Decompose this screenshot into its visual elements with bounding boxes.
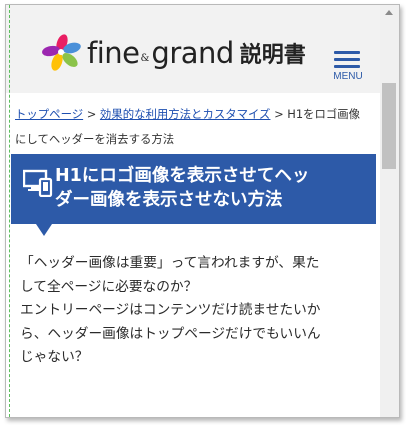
left-guide-line	[6, 5, 10, 417]
article-title-line: H1にロゴ画像を表示させてヘッ	[55, 166, 310, 186]
breadcrumb-separator: >	[86, 107, 97, 121]
breadcrumb: トップページ > 効果的な利用方法とカスタマイズ > H1をロゴ画像にしてヘッダ…	[15, 102, 371, 152]
article-body: 「ヘッダー画像は重要」って言われますが、果た して全ページに必要なのか？ エント…	[20, 252, 370, 370]
article-title: H1にロゴ画像を表示させてヘッ ダー画像を表示させない方法	[55, 164, 370, 212]
site-header: fine & grand 説明書 MENU	[6, 5, 380, 93]
breadcrumb-separator: >	[274, 107, 284, 121]
scrollbar-thumb[interactable]	[382, 83, 396, 169]
vertical-scrollbar[interactable]	[380, 5, 399, 417]
scroll-up-arrow-icon[interactable]	[385, 10, 393, 15]
article-title-box: H1にロゴ画像を表示させてヘッ ダー画像を表示させない方法	[11, 154, 376, 224]
body-line: じゃない？	[20, 349, 89, 365]
devices-icon	[23, 169, 53, 197]
hamburger-icon-bar	[334, 65, 360, 68]
body-line: して全ページに必要なのか？	[20, 278, 198, 295]
logo-text-fine: fine	[87, 36, 140, 70]
logo-text-amp: &	[140, 52, 150, 64]
body-line: エントリーページはコンテンツだけ読ませたいか	[20, 302, 321, 318]
body-line: ら、ヘッダー画像はトップページだけでもいいん	[20, 325, 321, 342]
browser-frame: fine & grand 説明書 MENU トップページ > 効果的な利用方法と…	[5, 4, 400, 418]
body-line: 「ヘッダー画像は重要」って言われますが、果た	[20, 255, 320, 271]
hamburger-icon-bar	[334, 58, 360, 61]
site-logo[interactable]: fine & grand 説明書	[40, 31, 306, 75]
article-title-line: ダー画像を表示させない方法	[55, 190, 283, 210]
menu-label: MENU	[333, 71, 363, 82]
menu-button[interactable]: MENU	[330, 47, 366, 87]
logo-text-grand: grand	[151, 36, 234, 70]
breadcrumb-link-home[interactable]: トップページ	[15, 107, 83, 121]
hamburger-icon	[334, 51, 360, 54]
title-pointer	[36, 224, 52, 236]
flower-logo-icon	[42, 34, 81, 71]
page-content: fine & grand 説明書 MENU トップページ > 効果的な利用方法と…	[6, 5, 380, 417]
logo-text-manual: 説明書	[239, 43, 306, 68]
breadcrumb-link-category[interactable]: 効果的な利用方法とカスタマイズ	[100, 107, 271, 121]
